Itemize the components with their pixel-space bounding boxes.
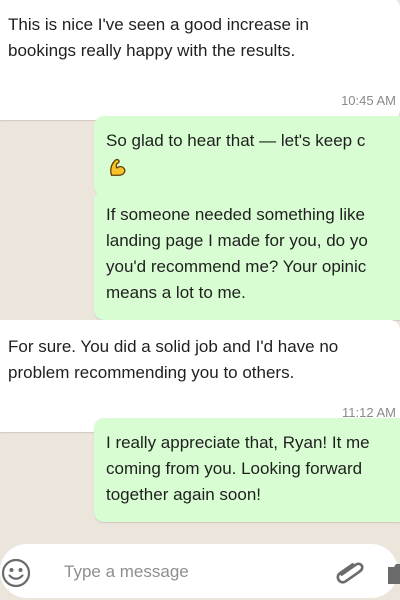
message-text: This is nice I've seen a good increase i… <box>8 15 309 60</box>
message-timestamp: 10:45 AM <box>341 93 396 108</box>
message-input[interactable]: Type a message <box>0 544 400 598</box>
paperclip-icon[interactable] <box>330 554 370 594</box>
emoji-icon[interactable] <box>0 557 32 589</box>
message-composer: Type a message <box>0 540 400 600</box>
message-text: So glad to hear that — let's keep c <box>106 131 366 150</box>
message-outgoing[interactable]: If someone needed something like landing… <box>94 190 400 320</box>
message-text: I really appreciate that, Ryan! It me co… <box>106 433 370 504</box>
message-text: If someone needed something like landing… <box>106 205 368 302</box>
chat-area[interactable]: This is nice I've seen a good increase i… <box>0 0 400 600</box>
camera-icon[interactable] <box>386 558 400 590</box>
message-text: For sure. You did a solid job and I'd ha… <box>8 337 339 382</box>
flexed-biceps-icon <box>110 158 126 176</box>
message-input-placeholder: Type a message <box>64 562 189 581</box>
message-outgoing[interactable]: I really appreciate that, Ryan! It me co… <box>94 418 400 522</box>
message-incoming[interactable]: For sure. You did a solid job and I'd ha… <box>0 320 400 432</box>
message-outgoing[interactable]: So glad to hear that — let's keep c <box>94 116 400 196</box>
message-incoming[interactable]: This is nice I've seen a good increase i… <box>0 0 400 120</box>
